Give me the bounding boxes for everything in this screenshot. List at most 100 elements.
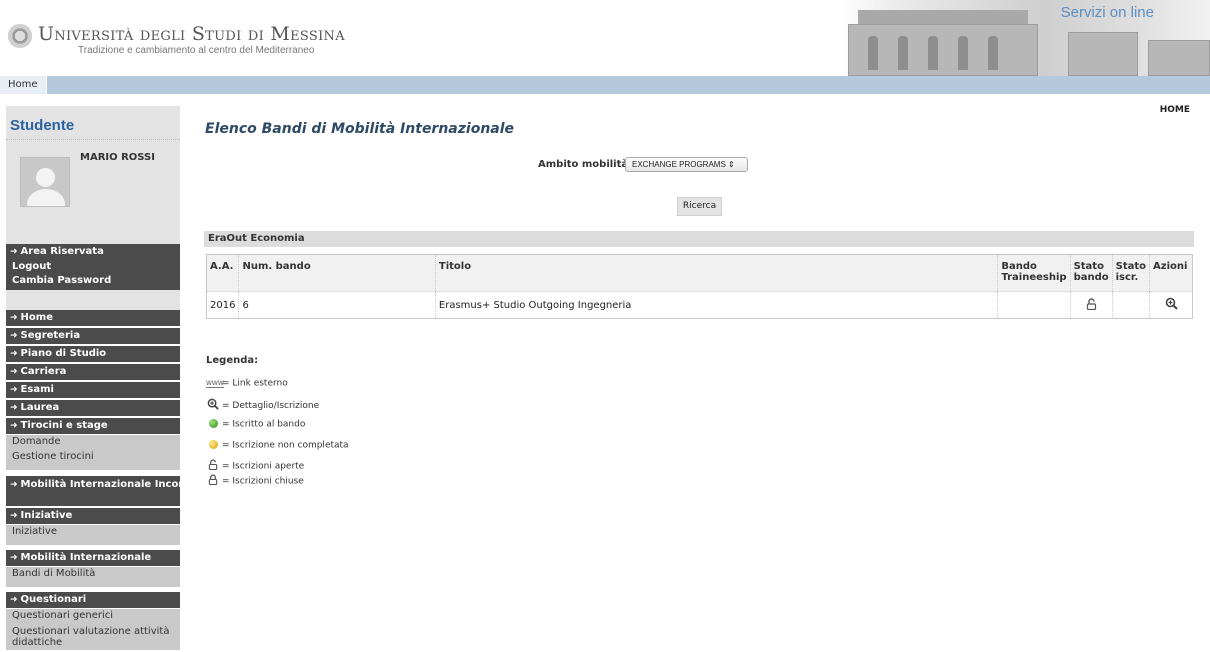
sidebar-item-carriera[interactable]: ➜ Carriera xyxy=(6,364,180,380)
nav-home-link[interactable]: Home xyxy=(0,76,47,94)
cell-azioni xyxy=(1149,291,1193,319)
ambito-select[interactable]: EXCHANGE PROGRAMS ⇕ xyxy=(625,157,748,172)
select-arrows-icon: ⇕ xyxy=(728,160,735,169)
banner-column xyxy=(988,36,998,70)
legend-item-dettaglio: = Dettaglio/Iscrizione xyxy=(206,398,319,413)
top-navbar: Home xyxy=(0,76,1210,94)
university-tagline: Tradizione e cambiamento al centro del M… xyxy=(78,45,315,56)
sidebar-item-area-riservata[interactable]: ➜ Area Riservata xyxy=(6,244,180,260)
arrow-right-icon: ➜ xyxy=(10,331,18,341)
sidebar-item-cambia-password[interactable]: Cambia Password xyxy=(6,274,180,290)
cell-titolo: Erasmus+ Studio Outgoing Ingegneria xyxy=(434,291,998,319)
sidebar-item-label: Segreteria xyxy=(20,330,81,341)
legend-label: = Dettaglio/Iscrizione xyxy=(222,401,320,411)
cell-num-bando: 6 xyxy=(238,291,436,319)
sidebar-title-divider xyxy=(6,139,180,140)
legend-label: = Iscrizioni chiuse xyxy=(222,476,304,487)
green-dot-icon xyxy=(206,419,220,429)
sidebar-item-questionari[interactable]: ➜ Questionari xyxy=(6,592,180,608)
legend-item-aperte: = Iscrizioni aperte xyxy=(206,459,304,473)
www-link-icon: WWW xyxy=(206,380,224,388)
sidebar-item-label: Iniziative xyxy=(20,510,73,521)
cell-stato-iscr xyxy=(1111,291,1150,319)
sidebar-item-iniziative-sub[interactable]: Iniziative xyxy=(6,525,180,545)
sidebar-item-domande[interactable]: Domande xyxy=(6,435,180,450)
sidebar-item-questionari-valutazione[interactable]: Questionari valutazione attività didatti… xyxy=(6,624,180,650)
sidebar-item-esami[interactable]: ➜ Esami xyxy=(6,382,180,398)
sidebar-title: Studente xyxy=(10,117,75,134)
sidebar-item-laurea[interactable]: ➜ Laurea xyxy=(6,400,180,416)
banner-column xyxy=(958,36,968,70)
column-header: A.A. xyxy=(206,254,239,292)
servizi-online-label: Servizi on line xyxy=(1060,4,1154,21)
table-header-row: A.A. Num. bando Titolo Bando Traineeship… xyxy=(206,254,1193,292)
legend-item-chiuse: = Iscrizioni chiuse xyxy=(206,474,304,488)
arrow-right-icon: ➜ xyxy=(10,403,18,413)
university-name[interactable]: Università degli Studi di Messina xyxy=(38,23,345,45)
sidebar-item-segreteria[interactable]: ➜ Segreteria xyxy=(6,328,180,344)
column-header: Stato iscr. xyxy=(1111,254,1150,292)
table-row: 2016 6 Erasmus+ Studio Outgoing Ingegner… xyxy=(207,291,1193,319)
avatar xyxy=(20,157,70,207)
column-header: Titolo xyxy=(434,254,998,292)
yellow-dot-icon xyxy=(206,440,220,450)
sidebar-item-label: Questionari xyxy=(20,594,87,605)
sidebar-item-bandi-mobilita[interactable]: Bandi di Mobilità xyxy=(6,567,180,587)
zoom-detail-icon[interactable] xyxy=(1165,297,1178,310)
column-header: Azioni xyxy=(1149,254,1193,292)
student-name: MARIO ROSSI xyxy=(80,152,155,163)
sidebar-item-label: Laurea xyxy=(20,402,60,413)
sidebar-item-gestione-tirocini[interactable]: Gestione tirocini xyxy=(6,450,180,470)
ambito-label: Ambito mobilità: xyxy=(538,159,633,170)
university-seal-icon xyxy=(8,24,32,48)
sidebar-item-logout[interactable]: Logout xyxy=(6,260,180,274)
banner-column xyxy=(928,36,938,70)
sidebar-item-label: Area Riservata xyxy=(20,246,104,257)
sidebar-item-label: Tirocini e stage xyxy=(20,420,108,431)
banner-building xyxy=(1068,32,1138,76)
section-header: EraOut Economia xyxy=(204,231,1194,247)
sidebar-item-mobilita-incoming[interactable]: ➜ Mobilità Internazionale Incoming xyxy=(6,476,206,506)
avatar-head xyxy=(36,168,55,187)
sidebar-item-label: Mobilità Internazionale Incoming xyxy=(20,479,207,490)
arrow-right-icon: ➜ xyxy=(10,247,18,257)
arrow-right-icon: ➜ xyxy=(10,313,18,323)
cell-aa: 2016 xyxy=(210,299,236,311)
ambito-select-value: EXCHANGE PROGRAMS xyxy=(632,160,726,169)
header-banner-image: Servizi on line xyxy=(838,0,1210,76)
arrow-right-icon: ➜ xyxy=(10,421,18,431)
legend-item-non-completata: = Iscrizione non completata xyxy=(206,440,349,451)
sidebar-item-mobilita-internazionale[interactable]: ➜ Mobilità Internazionale xyxy=(6,550,180,566)
legend-label: = Iscritto al bando xyxy=(222,419,306,430)
sidebar-item-tirocini[interactable]: ➜ Tirocini e stage xyxy=(6,418,180,434)
banner-building xyxy=(1148,40,1210,76)
column-header: Num. bando xyxy=(238,254,436,292)
sidebar-item-label: Esami xyxy=(20,384,54,395)
column-header: Stato bando xyxy=(1069,254,1113,292)
ricerca-button[interactable]: Ricerca xyxy=(677,197,722,216)
arrow-right-icon: ➜ xyxy=(10,367,18,377)
zoom-detail-icon xyxy=(206,398,220,413)
lock-closed-icon xyxy=(206,474,220,488)
arrow-right-icon: ➜ xyxy=(10,480,18,490)
lock-open-icon xyxy=(206,459,220,473)
avatar-body xyxy=(27,189,65,206)
sidebar-item-label: Mobilità Internazionale xyxy=(20,552,152,563)
sidebar-item-label: Carriera xyxy=(20,366,67,377)
arrow-right-icon: ➜ xyxy=(10,349,18,359)
arrow-right-icon: ➜ xyxy=(10,595,18,605)
legend-title: Legenda: xyxy=(206,355,259,366)
sidebar-item-home[interactable]: ➜ Home xyxy=(6,310,180,326)
page-title: Elenco Bandi di Mobilità Internazionale xyxy=(205,121,515,137)
arrow-right-icon: ➜ xyxy=(10,511,18,521)
bandi-table: A.A. Num. bando Titolo Bando Traineeship… xyxy=(206,254,1193,319)
sidebar-item-iniziative[interactable]: ➜ Iniziative xyxy=(6,508,180,524)
home-link[interactable]: HOME xyxy=(1160,105,1190,115)
sidebar-item-questionari-generici[interactable]: Questionari generici xyxy=(6,609,180,624)
sidebar-item-label: Home xyxy=(20,312,53,323)
sidebar-item-piano-di-studio[interactable]: ➜ Piano di Studio xyxy=(6,346,180,362)
legend-label: = Iscrizione non completata xyxy=(222,440,349,451)
cell-traineeship xyxy=(997,291,1071,319)
sidebar-item-label: Piano di Studio xyxy=(20,348,107,359)
banner-column xyxy=(868,36,878,70)
